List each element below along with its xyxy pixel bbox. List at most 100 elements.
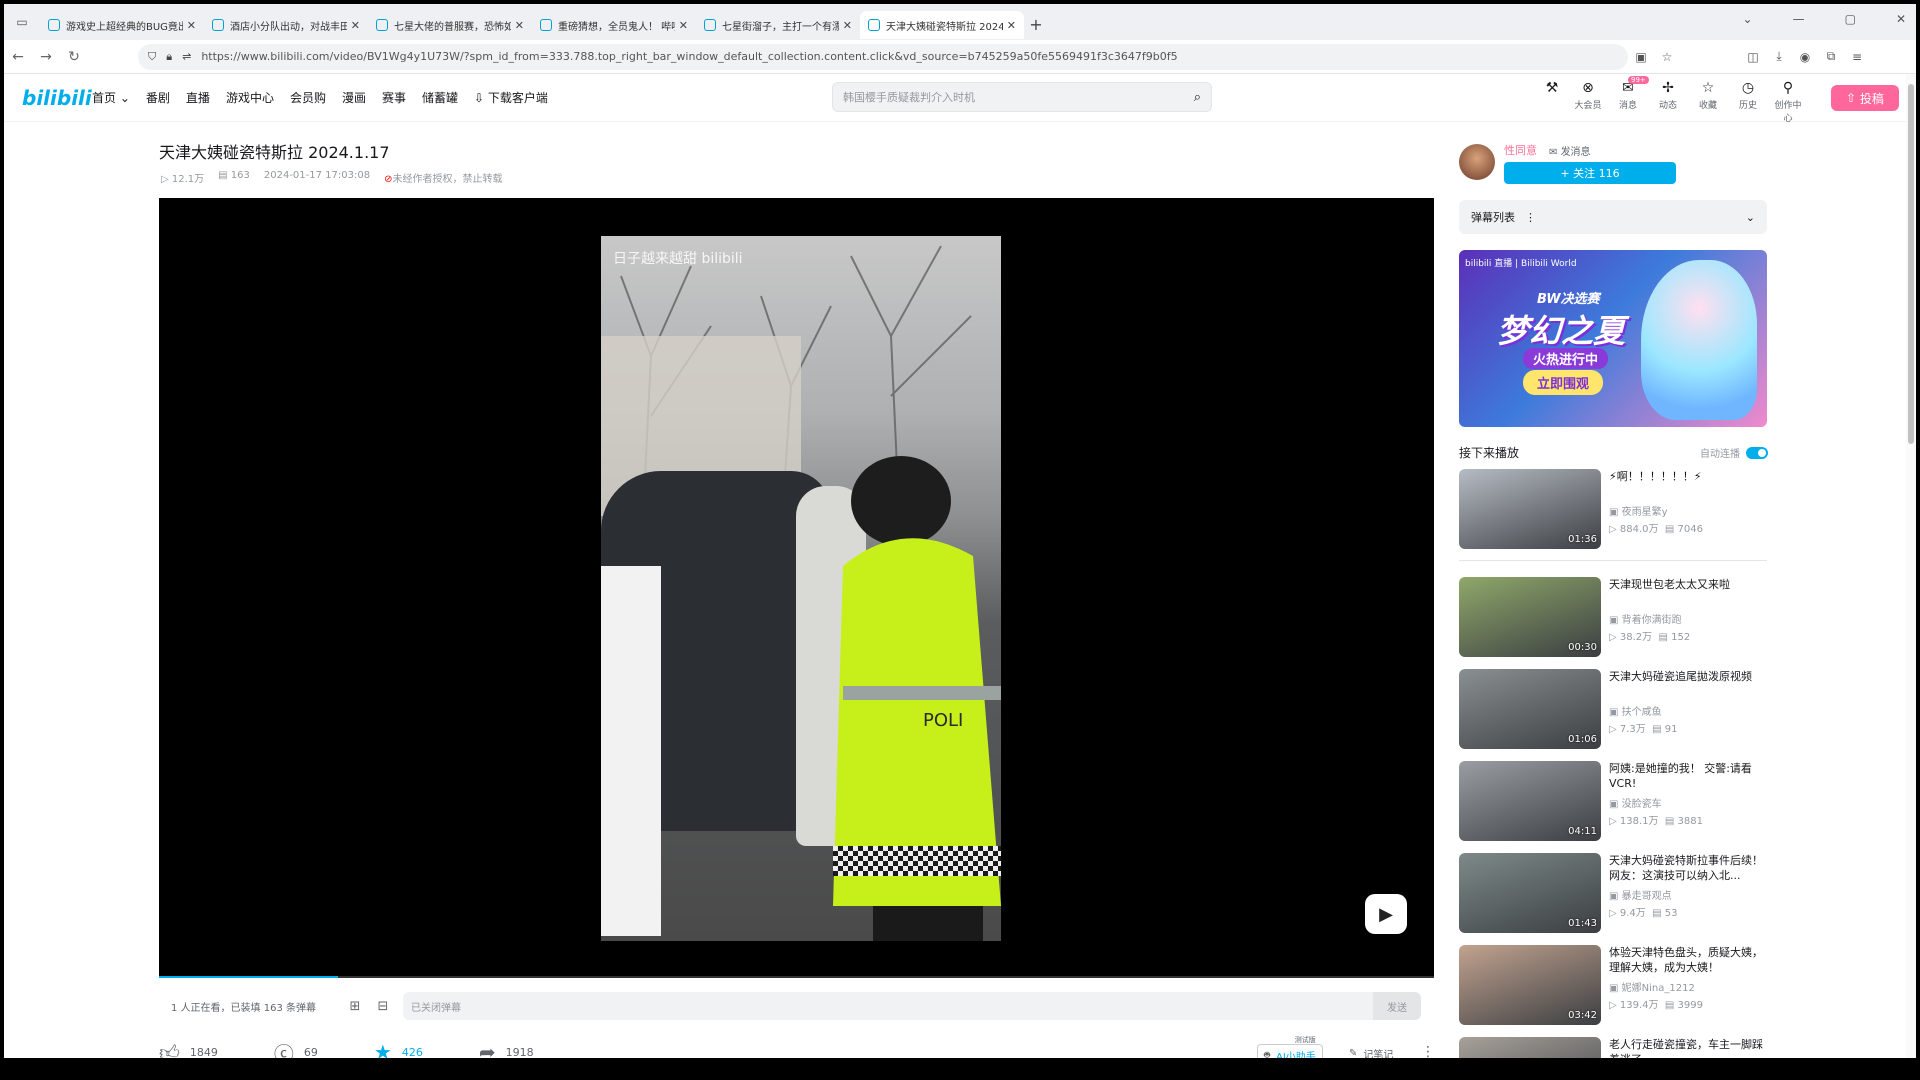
- like-button[interactable]: 👍︎ 1849: [159, 1040, 218, 1059]
- recommended-video[interactable]: 01:43 天津大妈碰瓷特斯拉事件后续！网友：这演技可以纳入北... ▣ 暴走哥观点…: [1459, 853, 1769, 935]
- tab-search-icon[interactable]: ⌄: [1743, 12, 1753, 26]
- video-author[interactable]: ▣ 暴走哥观点: [1609, 887, 1672, 902]
- search-input[interactable]: 韩国樱手质疑裁判介入时机: [843, 89, 1194, 105]
- video-author[interactable]: ▣ 背着你满街跑: [1609, 611, 1682, 626]
- video-player[interactable]: POLI 日子越来越甜 bilibili ▶: [159, 198, 1434, 978]
- progress-bar[interactable]: [159, 976, 1434, 978]
- upload-button[interactable]: ⇧ 投稿: [1831, 85, 1899, 111]
- share-button[interactable]: ➦ 1918: [479, 1040, 534, 1058]
- nav-piggybank[interactable]: 储蓄罐: [422, 89, 458, 106]
- close-tab-icon[interactable]: ✕: [679, 19, 688, 32]
- video-thumbnail[interactable]: 03:42: [1459, 945, 1601, 1025]
- favorite-button[interactable]: ★ 426: [374, 1040, 423, 1058]
- lock-icon[interactable]: 🔒︎: [166, 50, 172, 64]
- danmaku-send-button[interactable]: 发送: [1373, 992, 1421, 1020]
- coin-button[interactable]: ⓒ 69: [274, 1038, 318, 1059]
- kebab-icon[interactable]: ⋮: [1525, 211, 1536, 224]
- recommended-video[interactable]: 03:42 体验天津特色盘头，质疑大姨，理解大姨，成为大姨！ ▣ 妮娜Nina_12…: [1459, 945, 1769, 1027]
- danmaku-settings-icon[interactable]: ⊟: [369, 999, 397, 1014]
- video-title-link[interactable]: 体验天津特色盘头，质疑大姨，理解大姨，成为大姨！: [1609, 945, 1769, 975]
- ad-banner[interactable]: bilibili 直播 | Bilibili World BW决选赛 梦幻之夏 …: [1459, 250, 1767, 427]
- browser-tab[interactable]: 七星大佬的普服赛，恐怖如斯！ ✕: [368, 11, 532, 39]
- danmaku-toggle-icon[interactable]: ⊞: [341, 999, 369, 1014]
- video-title-link[interactable]: 老人行走碰瓷撞瓷，车主一脚踩着逃了...: [1609, 1037, 1769, 1058]
- nav-messages[interactable]: ✉ 99+ 消息: [1614, 76, 1649, 124]
- ad-cta-button[interactable]: 立即围观: [1523, 370, 1604, 395]
- reload-icon[interactable]: ↻: [60, 49, 88, 65]
- page-scrollbar[interactable]: [1906, 74, 1916, 1058]
- tab-actions-icon[interactable]: ▭: [4, 8, 40, 36]
- browser-tab-active[interactable]: 天津大姨碰瓷特斯拉 2024.1.17 ✕: [860, 11, 1024, 39]
- autoplay-toggle[interactable]: 自动连播: [1700, 445, 1768, 460]
- search-icon[interactable]: ⌕: [1194, 90, 1201, 105]
- nav-download-client[interactable]: ⇩ 下载客户端: [474, 89, 548, 106]
- nav-live[interactable]: 直播: [186, 89, 210, 106]
- uploader-name[interactable]: 性同意: [1504, 142, 1537, 158]
- video-thumbnail[interactable]: [1459, 1037, 1601, 1058]
- video-title-link[interactable]: 天津现世包老太太又来啦: [1609, 577, 1769, 592]
- url-bar[interactable]: ⛉ 🔒︎ ⇌ https://www.bilibili.com/video/BV…: [138, 43, 1628, 70]
- recommended-video[interactable]: 老人行走碰瓷撞瓷，车主一脚踩着逃了...▣ ▷ ▤: [1459, 1037, 1769, 1058]
- uploader-avatar[interactable]: [1459, 144, 1495, 180]
- nav-esports[interactable]: 赛事: [382, 89, 406, 106]
- send-message-link[interactable]: ✉ 发消息: [1549, 143, 1591, 158]
- video-title-link[interactable]: ⚡啊！！！！！！⚡: [1609, 469, 1769, 484]
- video-title-link[interactable]: 阿姨:是她撞的我！ 交警:请看VCR!: [1609, 761, 1769, 791]
- nav-mall[interactable]: 会员购: [290, 89, 326, 106]
- browser-tab[interactable]: 七星街溜子，主打一个有漂移就 ✕: [696, 11, 860, 39]
- video-thumbnail[interactable]: 01:36: [1459, 469, 1601, 549]
- recommended-video[interactable]: 04:11 阿姨:是她撞的我！ 交警:请看VCR! ▣ 没脸瓷车 ▷ 138.1万 ▤…: [1459, 761, 1769, 843]
- site-settings-icon[interactable]: ⇌: [182, 50, 191, 63]
- nav-anime[interactable]: 番剧: [146, 89, 170, 106]
- reader-icon[interactable]: ▣: [1628, 50, 1654, 64]
- bilibili-logo[interactable]: bilibili: [22, 86, 92, 110]
- video-author[interactable]: ▣ 妮娜Nina_1212: [1609, 979, 1695, 994]
- recommended-video[interactable]: 00:30 天津现世包老太太又来啦 ▣ 背着你满街跑 ▷ 38.2万 ▤ 152: [1459, 577, 1769, 659]
- browser-tab[interactable]: 游戏史上超经典的BUG竟出自运 ✕: [40, 11, 204, 39]
- video-author[interactable]: ▣ 扶个咸鱼: [1609, 703, 1662, 718]
- close-window-icon[interactable]: ✕: [1896, 12, 1906, 26]
- video-title-link[interactable]: 天津大妈碰瓷特斯拉事件后续！网友：这演技可以纳入北...: [1609, 853, 1769, 883]
- danmaku-list-panel[interactable]: 弹幕列表 ⋮ ⌄: [1459, 200, 1767, 234]
- toggle-switch[interactable]: [1746, 446, 1768, 459]
- account-icon[interactable]: ◉: [1792, 50, 1818, 64]
- close-tab-icon[interactable]: ✕: [515, 19, 524, 32]
- recommended-video[interactable]: 01:06 天津大妈碰瓷追尾拋泼原视频 ▣ 扶个咸鱼 ▷ 7.3万 ▤ 91: [1459, 669, 1769, 751]
- video-author[interactable]: ▣ 夜雨星繁y: [1609, 503, 1668, 518]
- bookmark-star-icon[interactable]: ☆: [1654, 50, 1680, 64]
- minimize-icon[interactable]: —: [1793, 12, 1805, 26]
- close-tab-icon[interactable]: ✕: [1007, 19, 1016, 32]
- url-text[interactable]: https://www.bilibili.com/video/BV1Wg4y1U…: [201, 50, 1177, 63]
- video-thumbnail[interactable]: 04:11: [1459, 761, 1601, 841]
- ai-helper-button[interactable]: 测试版 🤖︎ AI小助手: [1257, 1036, 1323, 1058]
- scrollbar-thumb[interactable]: [1908, 84, 1914, 444]
- back-icon[interactable]: ←: [4, 49, 32, 65]
- more-options-icon[interactable]: ⋮: [1421, 1044, 1435, 1058]
- new-tab-button[interactable]: +: [1024, 15, 1048, 34]
- notes-button[interactable]: ✎ 记笔记: [1349, 1046, 1393, 1058]
- danmaku-input[interactable]: 已关闭弹幕: [403, 992, 1373, 1020]
- shield-icon[interactable]: ⛉: [148, 50, 156, 64]
- video-thumbnail[interactable]: 00:30: [1459, 577, 1601, 657]
- menu-icon[interactable]: ≡: [1844, 50, 1870, 64]
- nav-home[interactable]: 首页 ⌄: [92, 89, 130, 106]
- follow-button[interactable]: + 关注 116: [1504, 162, 1676, 184]
- close-tab-icon[interactable]: ✕: [843, 19, 852, 32]
- forward-icon[interactable]: →: [32, 49, 60, 65]
- avatar-icon[interactable]: ⚒: [1542, 80, 1562, 124]
- close-tab-icon[interactable]: ✕: [351, 19, 360, 32]
- browser-tab[interactable]: 酒店小分队出动，对战丰田国王 ✕: [204, 11, 368, 39]
- video-thumbnail[interactable]: 01:43: [1459, 853, 1601, 933]
- play-button[interactable]: ▶: [1365, 894, 1407, 934]
- video-title-link[interactable]: 天津大妈碰瓷追尾拋泼原视频: [1609, 669, 1769, 684]
- browser-tab[interactable]: 重磅猜想，全员鬼人！ 哔哩哔 ✕: [532, 11, 696, 39]
- video-thumbnail[interactable]: 01:06: [1459, 669, 1601, 749]
- nav-favorites[interactable]: ☆ 收藏: [1694, 80, 1722, 124]
- nav-manga[interactable]: 漫画: [342, 89, 366, 106]
- chevron-down-icon[interactable]: ⌄: [1746, 211, 1755, 224]
- maximize-icon[interactable]: ▢: [1845, 12, 1856, 26]
- search-box[interactable]: 韩国樱手质疑裁判介入时机 ⌕: [832, 82, 1212, 112]
- close-tab-icon[interactable]: ✕: [187, 19, 196, 32]
- nav-game-center[interactable]: 游戏中心: [226, 89, 274, 106]
- recommended-video[interactable]: 01:36 ⚡啊！！！！！！⚡ ▣ 夜雨星繁y ▷ 884.0万 ▤ 7046: [1459, 469, 1769, 551]
